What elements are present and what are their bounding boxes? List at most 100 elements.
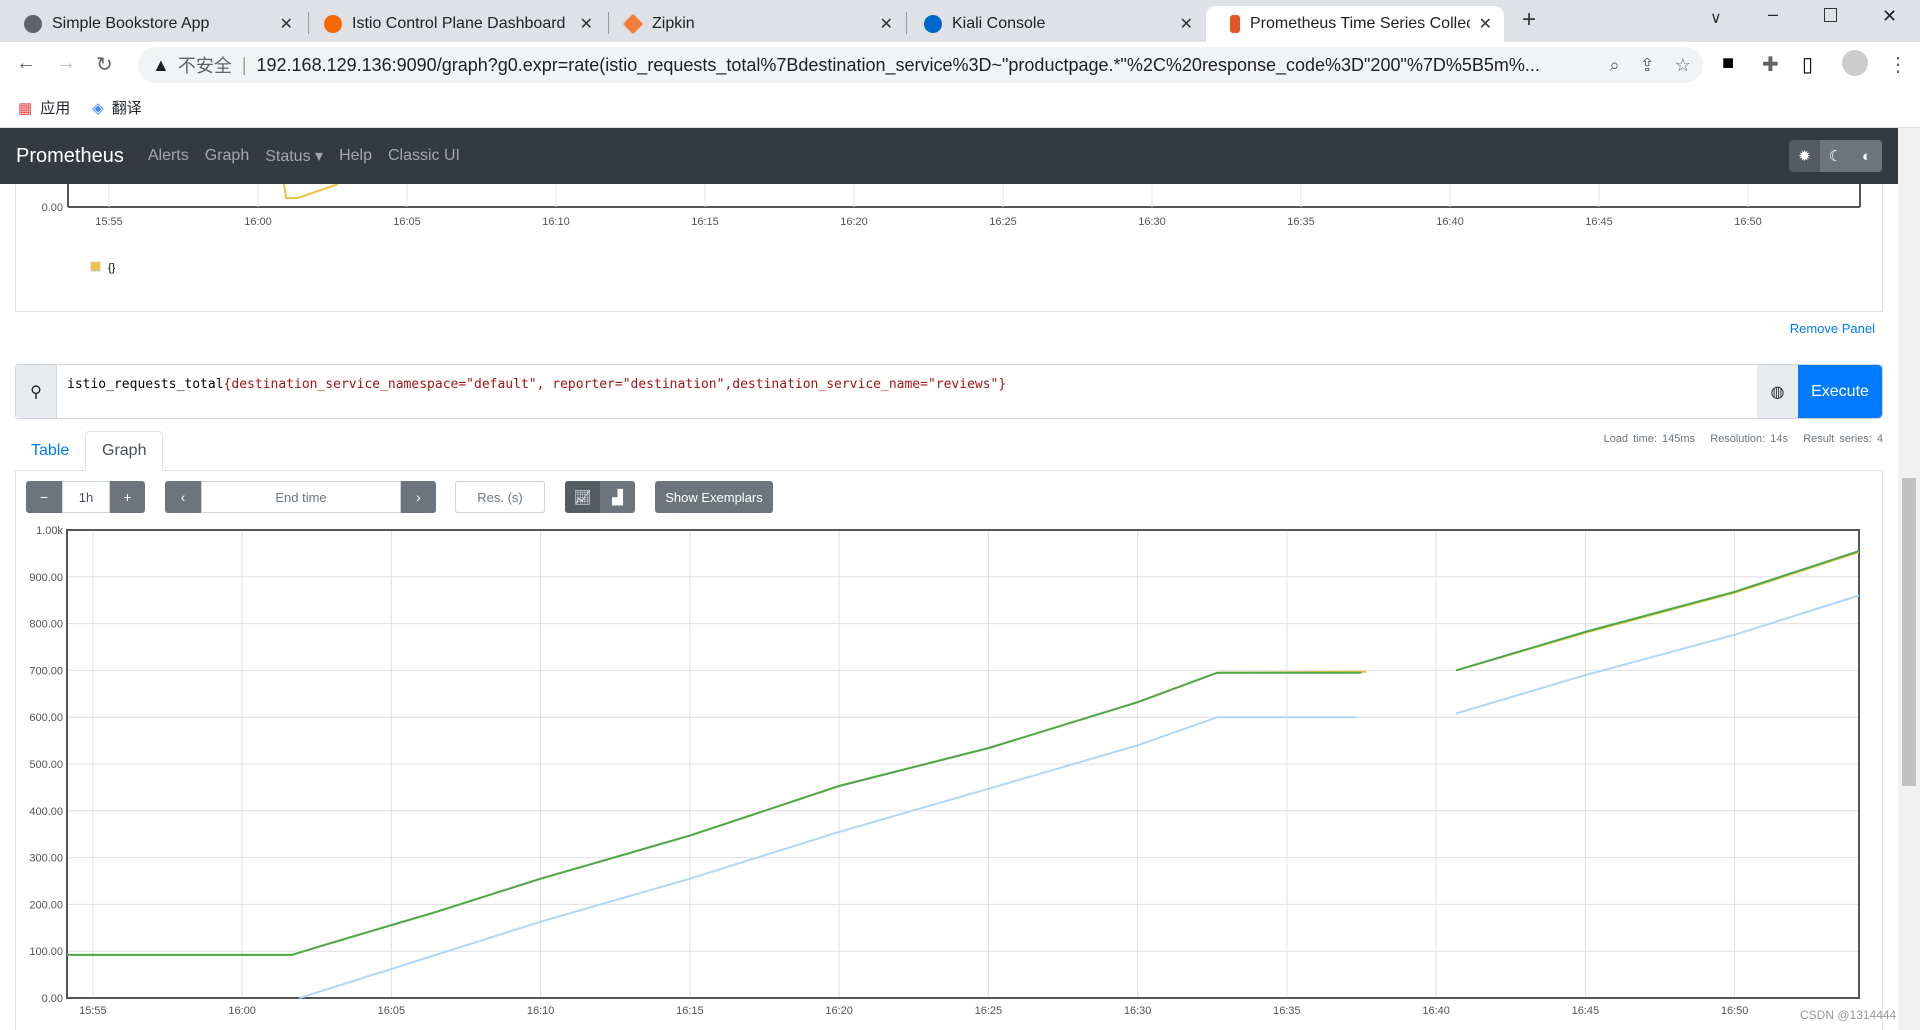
scrollbar-thumb[interactable] xyxy=(1902,478,1916,786)
x-tick-label: 16:40 xyxy=(1422,1005,1450,1017)
execute-button[interactable]: Execute xyxy=(1798,365,1882,418)
y-tick-label: 100.00 xyxy=(29,946,63,958)
tab-title: Simple Bookstore App xyxy=(52,15,210,32)
restore-button[interactable] xyxy=(1824,8,1837,22)
nav-status[interactable]: Status ▾ xyxy=(265,146,323,166)
x-tick-label: 16:25 xyxy=(975,1005,1003,1017)
apps-grid-icon[interactable]: ▦ xyxy=(18,99,32,117)
close-tab-icon[interactable]: ✕ xyxy=(880,14,893,34)
y-tick-label: 400.00 xyxy=(29,806,63,818)
bookmark-apps[interactable]: 应用 xyxy=(40,97,70,118)
browser-tab[interactable]: Zipkin ✕ xyxy=(600,6,905,42)
zipkin-icon xyxy=(622,13,644,35)
nav-classic-ui[interactable]: Classic UI xyxy=(388,147,460,165)
puzzle-icon[interactable]: ✚ xyxy=(1762,52,1779,77)
x-tick-label: 16:45 xyxy=(1585,216,1613,228)
back-icon[interactable]: ← xyxy=(16,52,36,75)
show-exemplars-button[interactable]: Show Exemplars xyxy=(655,481,773,513)
next-time-button[interactable]: › xyxy=(401,481,436,513)
bookmarks-bar: ▦ 应用 ◈ 翻译 xyxy=(0,88,1920,128)
page-scrollbar[interactable] xyxy=(1898,128,1920,1030)
close-tab-icon[interactable]: ✕ xyxy=(580,14,593,34)
browser-tab[interactable]: Istio Control Plane Dashboard ✕ xyxy=(300,6,605,42)
x-tick-label: 15:55 xyxy=(95,216,123,228)
range-input[interactable]: 1h xyxy=(62,481,110,513)
close-window-button[interactable]: ✕ xyxy=(1882,6,1897,27)
legend-label[interactable]: {} xyxy=(108,262,116,274)
minimize-button[interactable]: – xyxy=(1768,4,1778,25)
reload-icon[interactable]: ↻ xyxy=(96,52,113,77)
expression-input: ⚲ istio_requests_total{destination_servi… xyxy=(15,364,1883,419)
y-tick-label: 300.00 xyxy=(29,853,63,865)
close-tab-icon[interactable]: ✕ xyxy=(1180,14,1193,34)
metrics-explorer-icon[interactable]: ◍ xyxy=(1757,365,1798,418)
new-tab-button[interactable]: + xyxy=(1522,6,1536,34)
bookmark-star-icon[interactable]: ☆ xyxy=(1675,55,1691,76)
nav-alerts[interactable]: Alerts xyxy=(148,147,189,165)
share-icon[interactable]: ⇪ xyxy=(1640,55,1655,76)
close-tab-icon[interactable]: ✕ xyxy=(280,14,293,34)
x-tick-label: 16:15 xyxy=(691,216,719,228)
tab-title: Prometheus Time Series Collec xyxy=(1250,15,1470,32)
x-tick-label: 16:35 xyxy=(1273,1005,1301,1017)
tab-title: Kiali Console xyxy=(952,15,1046,32)
end-time-input[interactable]: End time xyxy=(201,481,401,513)
browser-tab-bar: Simple Bookstore App ✕ Istio Control Plan… xyxy=(0,0,1920,42)
close-tab-icon[interactable]: ✕ xyxy=(1479,14,1492,34)
bookmark-translate[interactable]: 翻译 xyxy=(112,97,142,118)
profile-avatar[interactable] xyxy=(1842,50,1868,76)
auto-theme-icon[interactable]: ◐ xyxy=(1851,140,1882,172)
resolution-input[interactable]: Res. (s) xyxy=(455,481,545,513)
time-series-chart: 0.00 100.00 200.00 300.00 400.00 500.00 600.00… xyxy=(29,525,1860,1017)
nav-status-label: Status xyxy=(265,148,311,165)
nav-graph[interactable]: Graph xyxy=(205,147,249,165)
sidepanel-icon[interactable]: ▯ xyxy=(1802,52,1813,77)
theme-toggle: ✹ ☾ ◐ xyxy=(1789,140,1882,172)
tab-search-icon[interactable]: ∨ xyxy=(1710,8,1722,28)
previous-graph: 0.00 15:55 16:00 16:05 16:10 16:15 16:20 16:25… xyxy=(42,183,1861,274)
address-toolbar: ← → ↻ ▲ 不安全 | 192.168.129.136:9090/graph… xyxy=(0,42,1920,88)
warning-icon: ▲ xyxy=(152,54,170,75)
prometheus-icon xyxy=(1230,15,1240,33)
y-tick-label: 0.00 xyxy=(42,202,63,214)
x-tick-label: 16:00 xyxy=(244,216,272,228)
light-theme-icon[interactable]: ✹ xyxy=(1789,140,1820,172)
y-tick-label: 0.00 xyxy=(42,993,63,1005)
remove-panel-link[interactable]: Remove Panel xyxy=(1790,321,1875,336)
x-tick-label: 16:20 xyxy=(840,216,868,228)
nav-help[interactable]: Help xyxy=(339,147,372,165)
stacked-chart-icon[interactable]: ▟ xyxy=(600,481,635,513)
x-tick-label: 16:00 xyxy=(228,1005,256,1017)
legend-swatch[interactable] xyxy=(90,261,101,272)
divider: | xyxy=(241,54,247,75)
decrease-range-button[interactable]: − xyxy=(26,481,62,513)
address-bar[interactable]: ▲ 不安全 | 192.168.129.136:9090/graph?g0.ex… xyxy=(138,47,1703,83)
x-tick-label: 16:30 xyxy=(1138,216,1166,228)
y-tick-label: 800.00 xyxy=(29,619,63,631)
previous-time-button[interactable]: ‹ xyxy=(165,481,201,513)
line-chart-icon[interactable]: 📈︎ xyxy=(565,481,600,513)
browser-tab[interactable]: Simple Bookstore App ✕ xyxy=(0,6,305,42)
increase-range-button[interactable]: + xyxy=(110,481,145,513)
tab-table[interactable]: Table xyxy=(15,431,85,471)
tab-title: Zipkin xyxy=(652,15,695,32)
y-tick-label: 500.00 xyxy=(29,759,63,771)
expression-field[interactable]: istio_requests_total{destination_service… xyxy=(57,365,1757,418)
y-tick-label: 700.00 xyxy=(29,665,63,677)
browser-tab[interactable]: Kiali Console ✕ xyxy=(900,6,1205,42)
series-line xyxy=(283,183,339,199)
brand-logo[interactable]: Prometheus xyxy=(16,145,124,168)
tab-graph[interactable]: Graph xyxy=(85,431,164,471)
menu-icon[interactable]: ⋮ xyxy=(1888,52,1908,77)
x-tick-label: 16:05 xyxy=(378,1005,406,1017)
resolution: Resolution: 14s xyxy=(1710,433,1789,445)
tab-title: Istio Control Plane Dashboard xyxy=(352,15,566,32)
expr-labels: {destination_service_namespace="default"… xyxy=(223,377,1007,392)
expr-metric: istio_requests_total xyxy=(67,377,224,392)
x-tick-label: 16:20 xyxy=(825,1005,853,1017)
extension-icon[interactable]: ■ xyxy=(1722,52,1734,75)
dark-theme-icon[interactable]: ☾ xyxy=(1820,140,1851,172)
browser-tab-active[interactable]: Prometheus Time Series Collec ✕ xyxy=(1206,6,1504,42)
zoom-icon[interactable]: ⌕ xyxy=(1610,55,1620,76)
forward-icon[interactable]: → xyxy=(56,52,76,75)
